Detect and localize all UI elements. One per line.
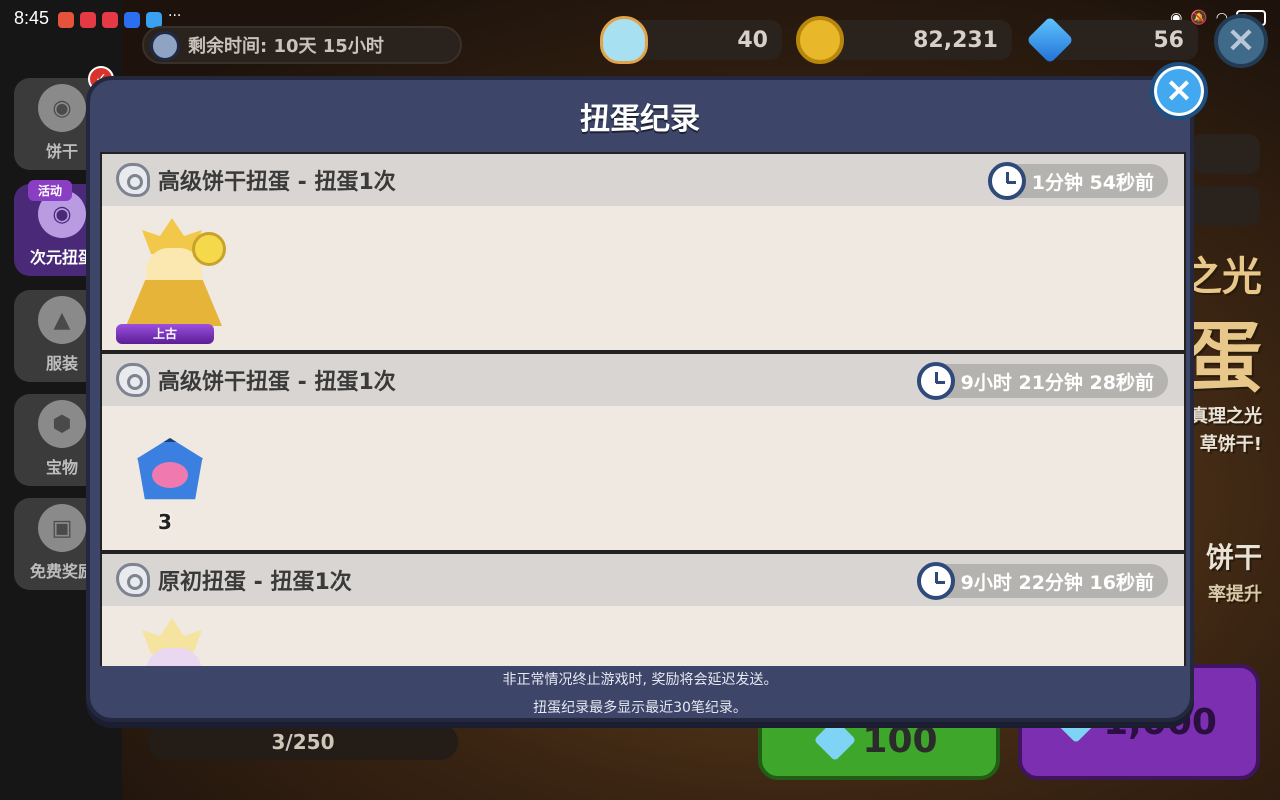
history-entry: 高级饼干扭蛋 - 扭蛋1次 1分钟 54秒前 上古 bbox=[102, 154, 1184, 350]
status-time: 8:45 bbox=[14, 8, 50, 28]
potion-icon bbox=[814, 718, 857, 762]
history-list[interactable]: 高级饼干扭蛋 - 扭蛋1次 1分钟 54秒前 上古 高级饼干扭蛋 - 扭蛋1次 bbox=[100, 152, 1186, 666]
entry-header: 高级饼干扭蛋 - 扭蛋1次 1分钟 54秒前 bbox=[102, 154, 1184, 206]
coin-counter[interactable]: 82,231 bbox=[820, 20, 1012, 60]
entry-name: 原初扭蛋 - 扭蛋1次 bbox=[158, 570, 352, 595]
rail-item-label: 次元扭蛋 bbox=[29, 248, 94, 267]
side-art-line: 草饼干! bbox=[1199, 434, 1262, 455]
clock-icon bbox=[150, 31, 180, 61]
cookie-icon: ◉ bbox=[38, 84, 86, 132]
entry-name: 高级饼干扭蛋 - 扭蛋1次 bbox=[158, 370, 396, 395]
cookie-portrait bbox=[122, 218, 226, 328]
more-notifications-icon: ··· bbox=[168, 8, 182, 24]
side-pill bbox=[1190, 134, 1260, 174]
swirl-icon bbox=[116, 563, 150, 597]
potion-count: 40 bbox=[737, 27, 768, 53]
gacha-progress: 3/250 bbox=[148, 724, 458, 760]
hexagon-icon: ⬢ bbox=[38, 400, 86, 448]
rail-item-label: 饼干 bbox=[45, 142, 78, 161]
time-ago-badge: 1分钟 54秒前 bbox=[987, 162, 1168, 200]
app-notification-icon bbox=[80, 12, 96, 28]
clock-icon bbox=[916, 362, 955, 400]
rail-item-label: 宝物 bbox=[45, 458, 78, 477]
treasure-count: 3 bbox=[158, 510, 172, 534]
entry-header: 原初扭蛋 - 扭蛋1次 9小时 22分钟 16秒前 bbox=[102, 554, 1184, 606]
potion-icon bbox=[600, 16, 648, 64]
side-art-line: 率提升 bbox=[1208, 584, 1262, 605]
side-art-line: 之光 bbox=[1182, 254, 1262, 300]
dialog-title: 扭蛋纪录 bbox=[580, 102, 700, 137]
app-notification-icon bbox=[124, 12, 140, 28]
history-entry: 原初扭蛋 - 扭蛋1次 9小时 22分钟 16秒前 bbox=[102, 554, 1184, 666]
app-notification-icon bbox=[58, 12, 74, 28]
coin-count: 82,231 bbox=[913, 27, 998, 53]
dialog-close-button[interactable]: × bbox=[1150, 62, 1208, 120]
clock-icon bbox=[987, 162, 1026, 200]
swirl-icon bbox=[116, 363, 150, 397]
pull-single-cost: 100 bbox=[862, 719, 938, 761]
entry-header: 高级饼干扭蛋 - 扭蛋1次 9小时 21分钟 28秒前 bbox=[102, 354, 1184, 406]
cookie-portrait bbox=[122, 618, 222, 666]
time-ago: 9小时 22分钟 16秒前 bbox=[960, 571, 1154, 594]
dialog-footer: 非正常情况终止游戏时, 奖励将会延迟发送。 扭蛋纪录最多显示最近30笔纪录。 bbox=[90, 666, 1190, 722]
side-art-line: 真理之光 bbox=[1190, 406, 1262, 427]
entry-name: 高级饼干扭蛋 - 扭蛋1次 bbox=[158, 170, 396, 195]
shirt-icon: ▲ bbox=[38, 296, 86, 344]
rarity-badge: 上古 bbox=[116, 324, 214, 344]
reward-treasure[interactable]: 3 bbox=[112, 412, 228, 544]
footer-note: 非正常情况终止游戏时, 奖励将会延迟发送。 bbox=[502, 672, 778, 688]
side-art-line: 蛋 bbox=[1186, 313, 1262, 402]
side-art-line: 饼干 bbox=[1205, 541, 1262, 574]
reward-cookie[interactable] bbox=[112, 612, 228, 666]
timer-label: 剩余时间: 10天 15小时 bbox=[188, 36, 384, 57]
time-ago-badge: 9小时 22分钟 16秒前 bbox=[916, 562, 1168, 600]
side-pill bbox=[1190, 186, 1260, 226]
event-timer: 剩余时间: 10天 15小时 bbox=[142, 26, 462, 64]
time-ago: 1分钟 54秒前 bbox=[1031, 171, 1154, 194]
coin-icon bbox=[796, 16, 844, 64]
gift-icon: ▣ bbox=[38, 504, 86, 552]
event-tag: 活动 bbox=[28, 180, 73, 201]
time-ago: 9小时 21分钟 28秒前 bbox=[960, 371, 1154, 394]
rail-item-label: 免费奖励 bbox=[29, 562, 94, 581]
reward-cookie[interactable]: 上古 bbox=[112, 212, 228, 344]
swirl-icon bbox=[116, 163, 150, 197]
app-notification-icon bbox=[102, 12, 118, 28]
time-ago-badge: 9小时 21分钟 28秒前 bbox=[916, 362, 1168, 400]
treasure-emblem bbox=[152, 462, 188, 488]
gem-count: 56 bbox=[1153, 27, 1184, 53]
screen-close-button[interactable]: × bbox=[1214, 14, 1268, 68]
clock-icon bbox=[916, 562, 955, 600]
footer-note: 扭蛋纪录最多显示最近30笔纪录。 bbox=[533, 700, 747, 716]
gacha-history-dialog: 扭蛋纪录 高级饼干扭蛋 - 扭蛋1次 1分钟 54秒前 上古 高级饼干扭蛋 - … bbox=[86, 76, 1194, 722]
rail-item-label: 服装 bbox=[45, 354, 78, 373]
history-entry: 高级饼干扭蛋 - 扭蛋1次 9小时 21分钟 28秒前 3 bbox=[102, 354, 1184, 550]
